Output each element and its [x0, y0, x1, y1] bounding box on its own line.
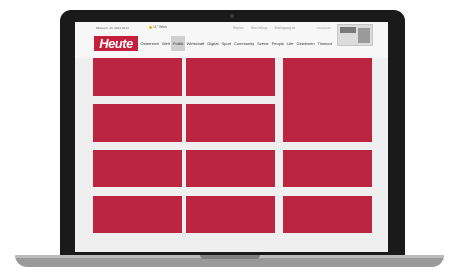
partner-link-1[interactable]: Sterne [233, 26, 244, 30]
site-header: Mittwoch, 26. März 2014 11° Wien Sterne … [75, 22, 388, 58]
site-logo[interactable]: Heute [94, 36, 138, 51]
thumbnail-graphic [340, 27, 356, 33]
partner-link-2[interactable]: WorldCup [251, 26, 268, 30]
nav-item[interactable]: Politik [171, 36, 186, 51]
weather-widget[interactable]: 11° Wien [149, 25, 167, 29]
nav-item[interactable]: Sport [220, 36, 233, 51]
nav-item[interactable]: Szene [256, 36, 270, 51]
current-date: Mittwoch, 26. März 2014 [96, 26, 129, 30]
nav-item[interactable]: Gewinnen [295, 36, 316, 51]
article-tile[interactable] [186, 196, 275, 233]
nav-item[interactable]: Digital [206, 36, 220, 51]
laptop-notch [200, 255, 260, 259]
nav-item[interactable]: Österreich [139, 36, 160, 51]
article-tile[interactable] [283, 196, 372, 233]
article-tile[interactable] [93, 58, 182, 96]
article-tile[interactable] [93, 196, 182, 233]
article-tile[interactable] [283, 58, 372, 142]
article-tile[interactable] [93, 150, 182, 187]
article-tile[interactable] [186, 150, 275, 187]
main-navigation: Österreich Welt Politik Wirtschaft Digital Sp… [139, 36, 333, 51]
article-tile[interactable] [93, 104, 182, 142]
browser-screen: Mittwoch, 26. März 2014 11° Wien Sterne … [75, 22, 388, 252]
advertise-link[interactable]: INSERIEREN [316, 27, 331, 30]
partner-links: Sterne WorldCup Wahlgang.at [233, 26, 301, 30]
camera-icon [230, 14, 234, 18]
nav-item[interactable]: Timeout [316, 36, 333, 51]
nav-item[interactable]: People [270, 36, 285, 51]
nav-item[interactable]: Welt [160, 36, 171, 51]
nav-item[interactable]: Community [233, 36, 256, 51]
newspaper-thumbnail[interactable] [337, 24, 373, 46]
nav-item[interactable]: Wirtschaft [185, 36, 206, 51]
thumbnail-graphic [358, 28, 370, 43]
article-tile[interactable] [283, 150, 372, 187]
sun-icon [149, 25, 152, 29]
article-tile[interactable] [186, 104, 275, 142]
nav-item[interactable]: Life [286, 36, 295, 51]
partner-link-3[interactable]: Wahlgang.at [275, 26, 296, 30]
weather-text: 11° Wien [153, 25, 167, 29]
article-tile[interactable] [186, 58, 275, 96]
